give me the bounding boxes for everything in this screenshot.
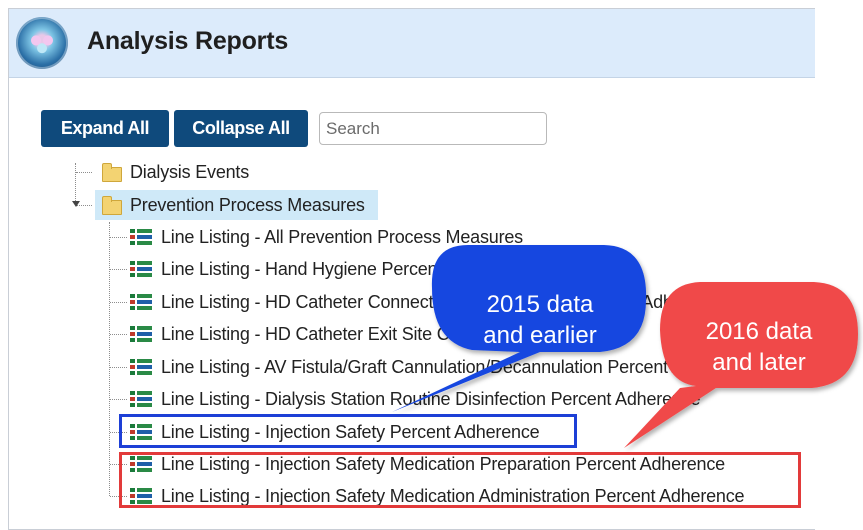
blue-callout-line2: and earlier bbox=[483, 322, 596, 349]
red-callout-line2: and later bbox=[712, 349, 805, 376]
red-callout-line1: 2016 data bbox=[706, 318, 813, 345]
blue-callout-line1: 2015 data bbox=[487, 291, 594, 318]
callout-overlay: 2015 data and earlier 2016 data and late… bbox=[392, 245, 858, 448]
